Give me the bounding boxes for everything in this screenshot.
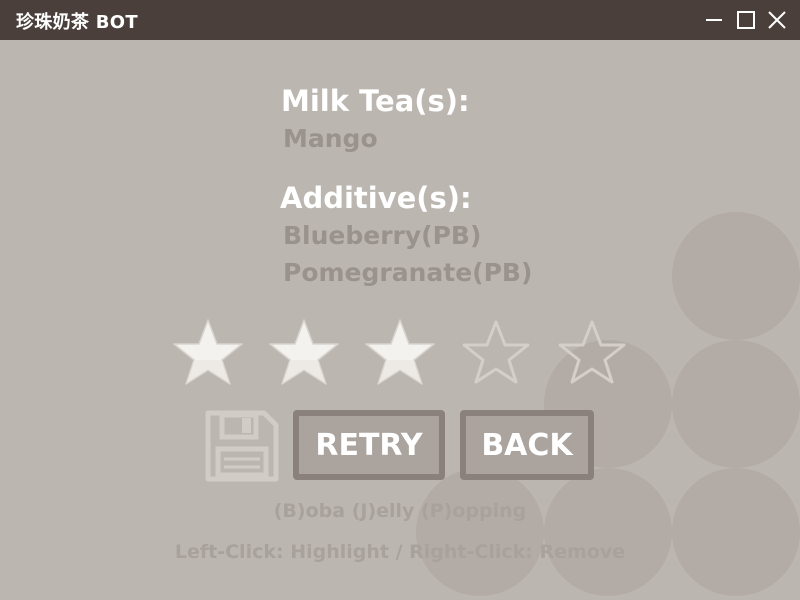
background-circle	[672, 468, 800, 596]
milk-tea-heading: Milk Tea(s):	[281, 84, 470, 118]
star-filled-icon[interactable]	[364, 318, 436, 386]
milk-tea-item[interactable]: Mango	[283, 124, 378, 153]
additive-heading: Additive(s):	[280, 181, 472, 215]
close-icon[interactable]	[763, 6, 791, 34]
star-filled-icon[interactable]	[268, 318, 340, 386]
star-filled-icon[interactable]	[172, 318, 244, 386]
background-circle	[672, 340, 800, 468]
star-empty-icon[interactable]	[460, 318, 532, 386]
minimize-icon[interactable]	[700, 6, 728, 34]
additive-item[interactable]: Blueberry(PB)	[283, 221, 481, 250]
retry-button[interactable]: RETRY	[293, 410, 445, 480]
window-title: 珍珠奶茶 BOT	[16, 12, 138, 33]
back-button[interactable]: BACK	[460, 410, 594, 480]
additive-legend: (B)oba (J)elly (P)opping	[273, 500, 527, 522]
additive-item[interactable]: Pomegranate(PB)	[283, 258, 532, 287]
floppy-disk-icon[interactable]	[204, 409, 280, 483]
title-bar: 珍珠奶茶 BOT	[0, 0, 800, 40]
background-circle	[416, 468, 544, 596]
maximize-icon[interactable]	[732, 6, 760, 34]
background-circle	[544, 468, 672, 596]
background-circle	[672, 212, 800, 340]
controls-hint: Left-Click: Highlight / Right-Click: Rem…	[174, 541, 626, 563]
star-empty-icon[interactable]	[556, 318, 628, 386]
